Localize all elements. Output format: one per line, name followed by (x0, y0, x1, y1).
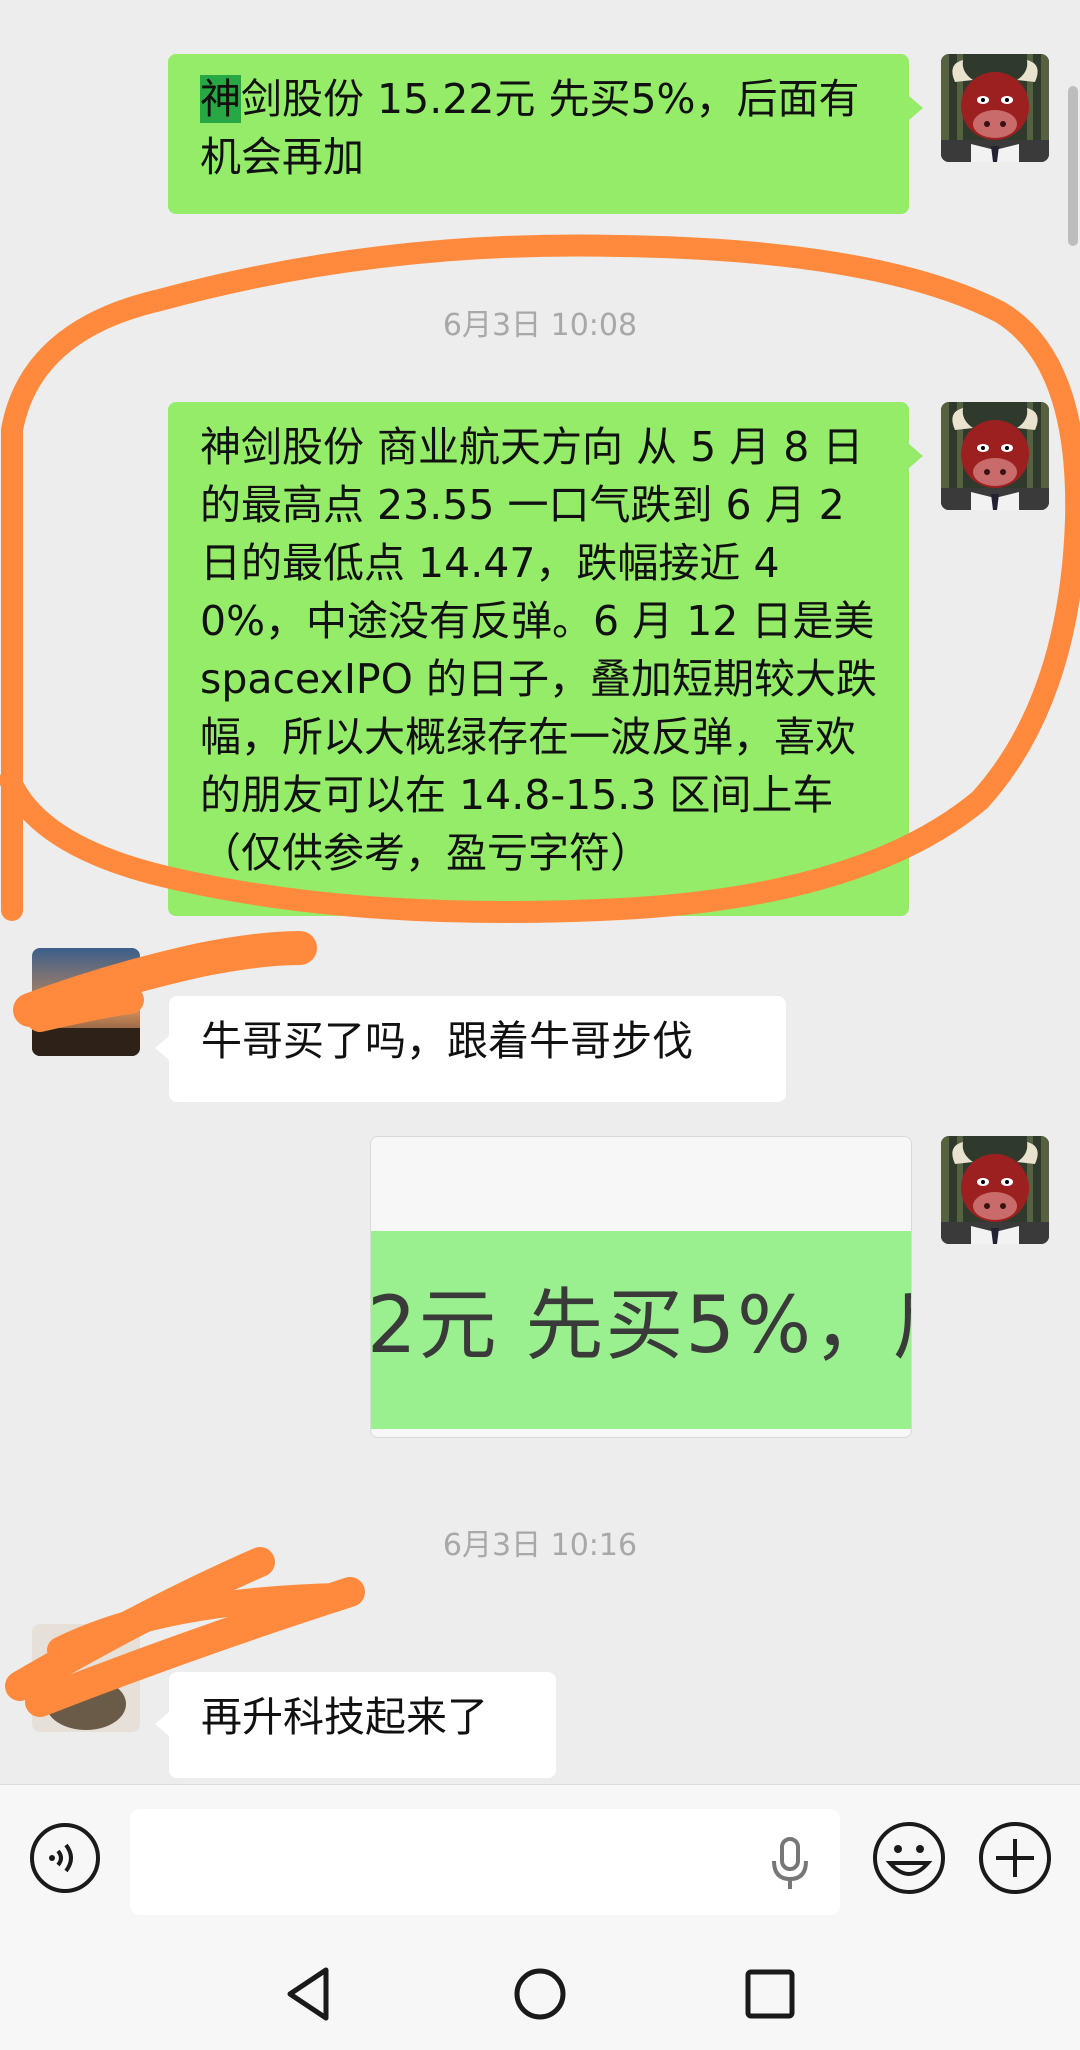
annotation-overlay (0, 234, 1080, 1717)
nav-recents-icon[interactable] (742, 1964, 798, 2024)
annotation-scribble (26, 986, 144, 1032)
plus-icon[interactable] (976, 1819, 1054, 1897)
input-bar (0, 1784, 1080, 1937)
message-input[interactable] (130, 1809, 840, 1915)
nav-home-icon[interactable] (512, 1964, 568, 2024)
emoji-icon[interactable] (870, 1819, 948, 1897)
voice-icon[interactable] (28, 1821, 102, 1895)
annotation-circle (0, 234, 1080, 923)
system-nav-bar (0, 1936, 1080, 2050)
nav-back-icon[interactable] (282, 1964, 338, 2024)
mic-icon[interactable] (770, 1835, 810, 1893)
scrollbar[interactable] (1068, 86, 1078, 246)
